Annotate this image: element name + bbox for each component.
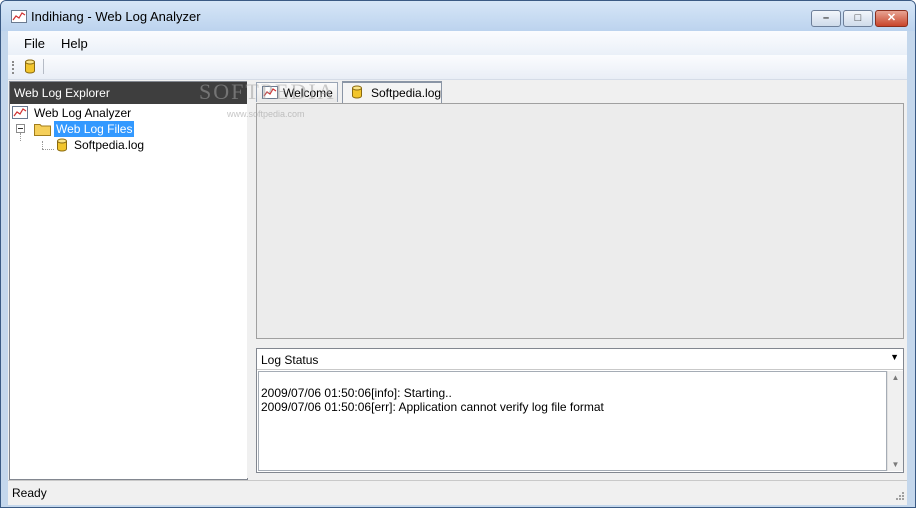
scroll-down-icon[interactable]: ▼	[888, 460, 903, 469]
chart-icon	[11, 10, 27, 23]
menu-help[interactable]: Help	[61, 36, 88, 51]
tree-node-web-log-analyzer[interactable]: Web Log Analyzer	[12, 105, 212, 121]
panel-splitter[interactable]	[247, 81, 250, 478]
minimize-icon: –	[822, 12, 830, 24]
tree-label: Web Log Files	[54, 121, 135, 137]
log-status-panel: Log Status ▼ 2009/07/06 01:50:06[info]: …	[256, 348, 904, 473]
document-content-area	[256, 103, 904, 339]
chart-icon	[12, 106, 28, 119]
title-bar[interactable]: Indihiang - Web Log Analyzer – □ ✕	[1, 1, 915, 31]
tree-connector	[42, 149, 54, 151]
window-title: Indihiang - Web Log Analyzer	[31, 9, 201, 24]
explorer-title: Web Log Explorer	[14, 86, 110, 100]
close-icon: ✕	[886, 12, 897, 24]
softpedia-watermark: SOFTPEDIA	[199, 79, 336, 104]
toolbar	[8, 55, 907, 80]
status-bar: Ready	[8, 480, 907, 505]
web-log-explorer-panel: Web Log Explorer Web Log Analyzer Web Lo…	[9, 81, 248, 480]
folder-icon	[34, 124, 51, 136]
tab-strip: Welcome Softpedia.log	[251, 81, 907, 103]
tree-node-web-log-files[interactable]: Web Log Files	[16, 121, 216, 137]
tab-softpedia-log[interactable]: Softpedia.log	[342, 81, 442, 103]
log-status-header[interactable]: Log Status ▼	[257, 349, 903, 370]
resize-grip-icon[interactable]	[893, 491, 905, 503]
document-panel: Welcome Softpedia.log Log Status ▼ 2009/…	[251, 81, 907, 478]
maximize-icon: □	[854, 12, 862, 24]
database-icon[interactable]	[21, 58, 39, 76]
close-button[interactable]: ✕	[875, 10, 908, 27]
tree-connector	[20, 133, 22, 141]
tree-label: Web Log Analyzer	[34, 106, 132, 120]
log-scrollbar[interactable]: ▲ ▼	[887, 371, 903, 471]
client-area: File Help Web Log Explorer Web Log Analy…	[8, 31, 907, 505]
menu-file[interactable]: File	[24, 36, 45, 51]
maximize-button[interactable]: □	[843, 10, 873, 27]
tab-label: Softpedia.log	[371, 86, 442, 100]
status-text: Ready	[12, 486, 47, 500]
tree-node-softpedia-log[interactable]: Softpedia.log	[56, 137, 236, 153]
scroll-up-icon[interactable]: ▲	[888, 373, 903, 382]
log-line: 2009/07/06 01:50:06[err]: Application ca…	[261, 400, 604, 414]
app-window: Indihiang - Web Log Analyzer – □ ✕ File …	[0, 0, 916, 508]
softpedia-watermark-url: www.softpedia.com	[227, 109, 305, 119]
collapse-icon[interactable]	[16, 124, 25, 133]
dropdown-arrow-icon[interactable]: ▼	[890, 352, 899, 362]
log-line: 2009/07/06 01:50:06[info]: Starting..	[261, 386, 452, 400]
toolbar-separator	[43, 59, 44, 74]
log-output[interactable]: 2009/07/06 01:50:06[info]: Starting.. 20…	[258, 371, 887, 471]
tree-connector	[42, 141, 44, 149]
tree-label: Softpedia.log	[74, 138, 145, 152]
minimize-button[interactable]: –	[811, 10, 841, 27]
menu-bar: File Help	[8, 31, 907, 55]
toolbar-grip[interactable]	[12, 61, 16, 74]
log-status-title: Log Status	[261, 353, 319, 367]
database-icon	[57, 138, 67, 152]
database-icon	[352, 85, 362, 99]
